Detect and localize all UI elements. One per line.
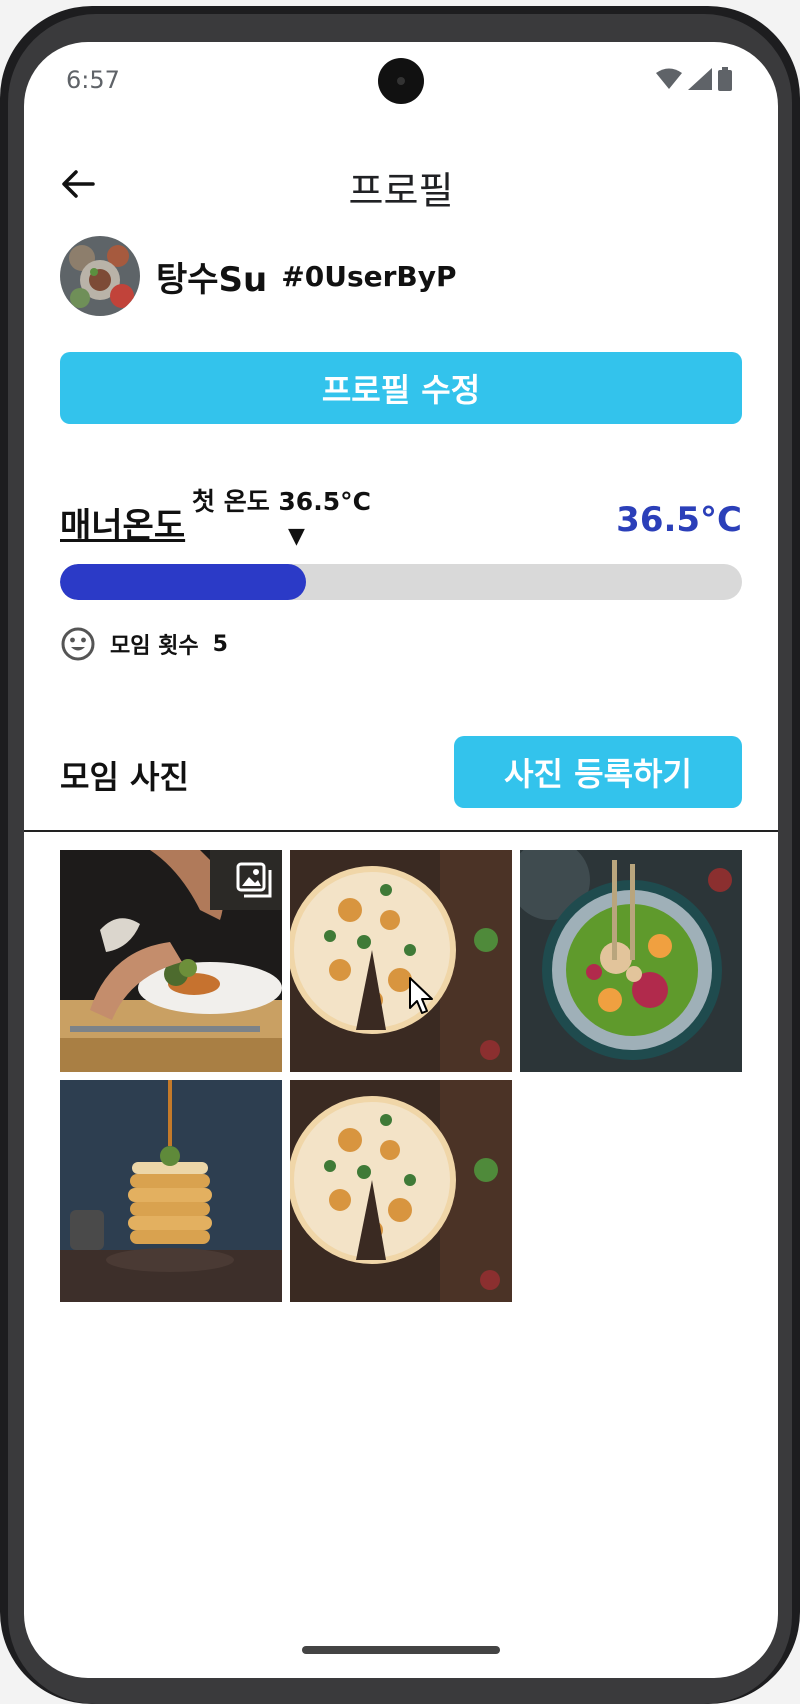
edit-profile-button[interactable]: 프로필 수정 [60, 352, 742, 424]
meeting-count-value: 5 [212, 631, 228, 657]
first-temperature-label: 첫 온도 36.5°C [192, 487, 371, 516]
manner-temperature-value: 36.5°C [616, 500, 742, 540]
add-photo-button[interactable]: 사진 등록하기 [454, 736, 742, 808]
avatar[interactable] [60, 236, 140, 316]
app-header: 프로필 [24, 150, 778, 220]
photo-chef-plating[interactable] [60, 850, 282, 1072]
pancake-stack-image [60, 1080, 282, 1302]
photo-pizza-2[interactable] [290, 1080, 512, 1302]
salad-bowl-image [520, 850, 742, 1072]
home-indicator[interactable] [302, 1646, 500, 1654]
pizza-image [290, 1080, 512, 1302]
status-icons [656, 67, 732, 91]
manner-temperature-label[interactable]: 매너온도 [60, 498, 185, 547]
photo-salad-bowl[interactable] [520, 850, 742, 1072]
phone-screen: 6:57 프로필 탕수Su #0UserByP 프로필 수정 매너온도 첫 온도… [24, 42, 778, 1678]
pizza-image [290, 850, 512, 1072]
multiple-images-icon [236, 862, 272, 898]
battery-icon [718, 67, 732, 91]
mouse-cursor-icon [409, 977, 433, 1014]
profile-row: 탕수Su #0UserByP [60, 234, 457, 318]
meeting-count-row: 모임 횟수 5 [60, 622, 228, 666]
photo-pancake-stack[interactable] [60, 1080, 282, 1302]
manner-temperature-fill [60, 564, 306, 600]
front-camera [378, 58, 424, 104]
cellular-icon [688, 68, 712, 90]
page-title: 프로필 [348, 169, 454, 213]
manner-temperature-bar [60, 564, 742, 600]
wifi-icon [656, 68, 682, 89]
status-bar: 6:57 [24, 42, 778, 122]
photo-pizza[interactable] [290, 850, 512, 1072]
section-divider [24, 830, 778, 832]
avatar-image [60, 236, 140, 316]
photos-section-title: 모임 사진 [60, 758, 189, 796]
username: 탕수Su [156, 259, 268, 300]
status-time: 6:57 [66, 66, 120, 94]
first-temperature-marker: ▼ [288, 524, 305, 549]
smiley-icon [61, 627, 95, 661]
user-tag: #0UserByP [281, 259, 457, 293]
meeting-count-label: 모임 횟수 [110, 634, 199, 659]
